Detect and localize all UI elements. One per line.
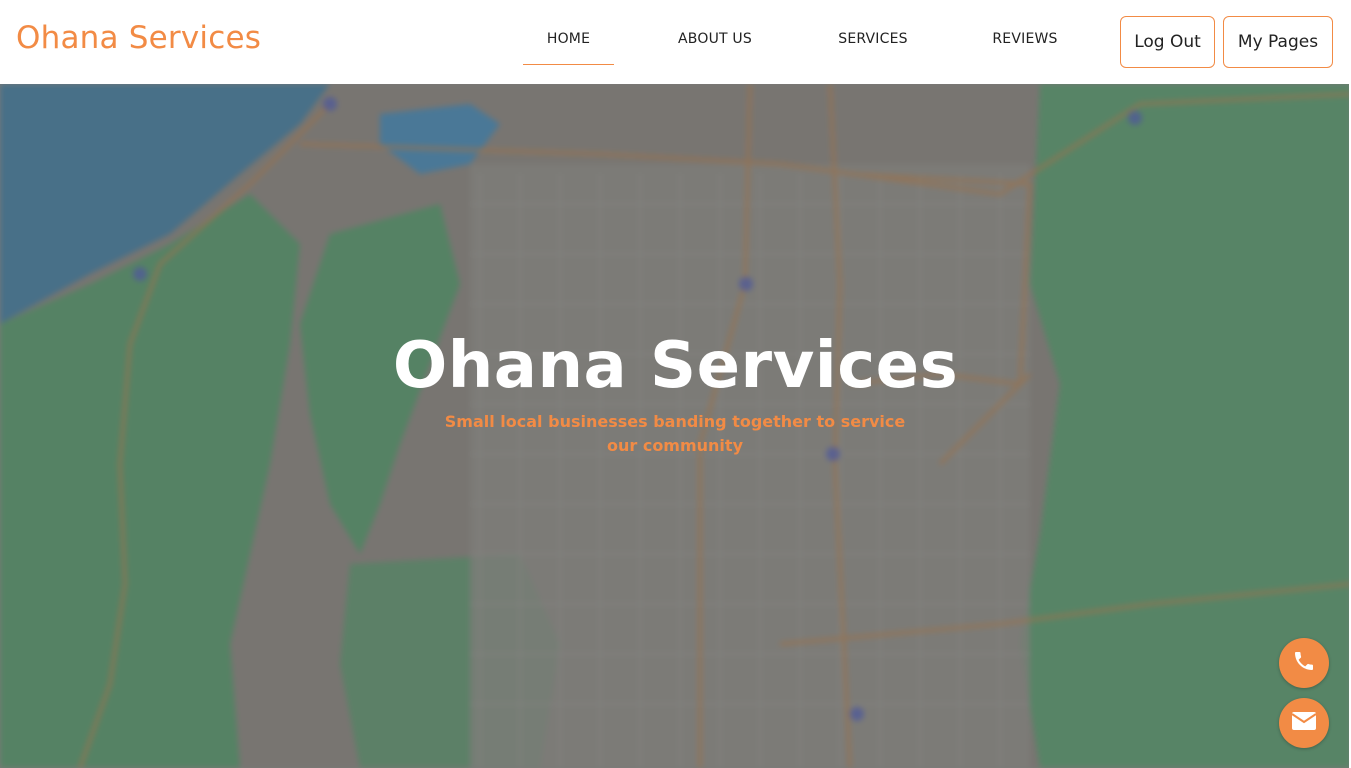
phone-icon: [1292, 649, 1316, 677]
email-button[interactable]: [1279, 698, 1329, 748]
nav-reviews[interactable]: REVIEWS: [988, 31, 1062, 67]
my-pages-button[interactable]: My Pages: [1223, 16, 1333, 68]
nav-home[interactable]: HOME: [523, 31, 614, 67]
envelope-icon: [1291, 711, 1317, 735]
site-header: Ohana Services HOME ABOUT US SERVICES RE…: [0, 0, 1351, 84]
hero-title: Ohana Services: [392, 329, 959, 403]
hero-subtitle: Small local businesses banding together …: [444, 412, 906, 455]
nav-services[interactable]: SERVICES: [832, 31, 914, 67]
brand-logo-text[interactable]: Ohana Services: [16, 20, 261, 56]
logout-button[interactable]: Log Out: [1120, 16, 1215, 68]
hero-section: Ohana Services Small local businesses ba…: [0, 84, 1351, 768]
nav-about-us[interactable]: ABOUT US: [672, 31, 758, 67]
call-button[interactable]: [1279, 638, 1329, 688]
